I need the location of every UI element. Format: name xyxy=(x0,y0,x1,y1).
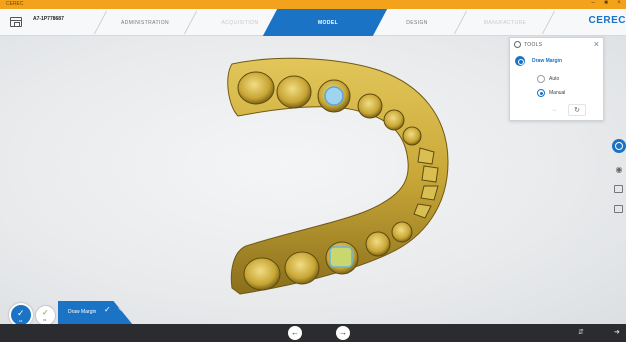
step-model[interactable]: MODEL xyxy=(278,9,378,36)
tools-actions: ← ↻ xyxy=(546,104,594,116)
option-auto-label: Auto xyxy=(549,76,560,82)
tools-title: TOOLS xyxy=(524,42,543,48)
undo-icon[interactable]: ← xyxy=(546,104,564,116)
step-administration[interactable]: ADMINISTRATION xyxy=(95,9,195,36)
step-design[interactable]: DESIGN xyxy=(367,9,467,36)
step-toggle-secondary[interactable]: ✓ 33 xyxy=(35,305,56,326)
back-arrow-icon[interactable]: ← xyxy=(288,326,302,340)
margin-marker-upper xyxy=(324,86,344,106)
tools-header: TOOLS × xyxy=(510,38,603,52)
option-manual[interactable]: Manual xyxy=(537,88,597,98)
draw-margin-icon xyxy=(515,56,525,66)
bottom-bar xyxy=(0,324,626,342)
option-manual-label: Manual xyxy=(549,90,566,96)
margin-tool-icon[interactable] xyxy=(612,139,626,153)
app-name: CEREC xyxy=(6,1,24,7)
radio-auto[interactable] xyxy=(537,75,545,83)
eye-icon[interactable]: ◉ xyxy=(614,165,624,174)
close-window-button[interactable]: × xyxy=(614,0,624,6)
check-icon: ✓ xyxy=(42,308,49,317)
close-icon[interactable]: × xyxy=(594,39,599,49)
case-id: A7-1P778687 xyxy=(33,16,64,22)
draw-margin-tool[interactable]: Draw Margin xyxy=(510,53,603,69)
tools-panel: TOOLS × Draw Margin Auto Manual ← ↻ xyxy=(509,37,604,121)
brand-logo: CEREC xyxy=(588,15,626,26)
settings-icon[interactable]: ⇵ xyxy=(578,328,584,336)
redo-icon[interactable]: ↻ xyxy=(568,104,586,116)
next-step-icon[interactable]: ➜ xyxy=(614,328,620,336)
gear-icon xyxy=(514,41,521,48)
check-icon: ✓ xyxy=(104,305,111,314)
radio-manual[interactable] xyxy=(537,89,545,97)
forward-arrow-icon[interactable]: → xyxy=(336,326,350,340)
step-acquisition[interactable]: ACQUISITION xyxy=(190,9,290,36)
pen-icon[interactable]: ✎ xyxy=(118,306,124,314)
minimize-button[interactable]: – xyxy=(588,0,598,6)
title-bar: CEREC – ■ × xyxy=(0,0,626,9)
secondary-step-number: 33 xyxy=(43,318,47,322)
workflow-header: A7-1P778687 ADMINISTRATION ACQUISITION M… xyxy=(0,9,626,36)
main-step-number: 16 xyxy=(19,319,23,323)
case-icon[interactable] xyxy=(10,17,22,27)
side-toolbar: ◉ xyxy=(610,135,626,225)
maximize-button[interactable]: ■ xyxy=(601,0,611,6)
margin-marker-lower xyxy=(329,246,353,268)
model-box-icon[interactable] xyxy=(614,205,623,213)
draw-margin-tab-label: Draw Margin xyxy=(68,309,97,315)
option-auto[interactable]: Auto xyxy=(537,74,597,84)
image-icon[interactable] xyxy=(614,185,623,193)
step-manufacture[interactable]: MANUFACTURE xyxy=(455,9,555,36)
check-icon: ✓ xyxy=(17,308,25,318)
draw-margin-label: Draw Margin xyxy=(532,58,563,64)
